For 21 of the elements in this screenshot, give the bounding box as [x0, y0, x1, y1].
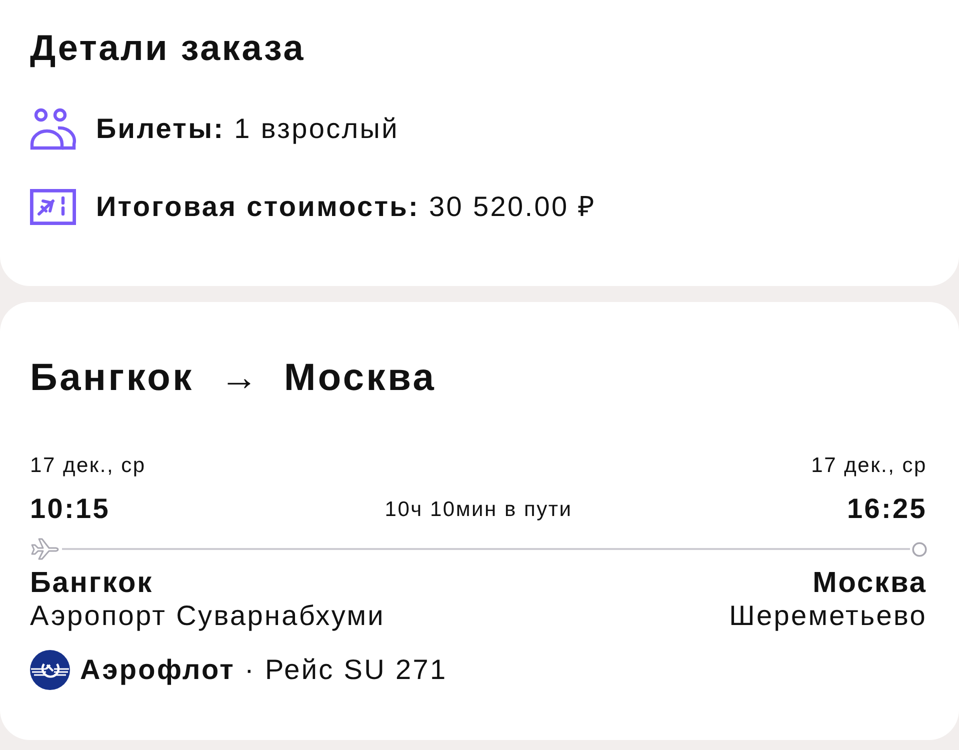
detail-text: Билеты: 1 взрослый [96, 112, 399, 146]
route-destination: Москва [284, 356, 436, 401]
people-icon [30, 108, 76, 150]
flight-duration: 10ч 10мин в пути [384, 496, 572, 522]
airline-logo-icon [30, 650, 70, 690]
detail-text: Итоговая стоимость: 30 520.00 ₽ [96, 190, 596, 224]
route-arrow: → [220, 356, 258, 401]
departure-time: 10:15 [30, 493, 110, 525]
airplane-icon [30, 537, 60, 561]
arrival-time: 16:25 [846, 493, 927, 525]
flight-info: Аэрофлот · Рейс SU 271 [80, 653, 448, 687]
ticket-icon [30, 189, 76, 225]
departure-city: Бангкок [30, 567, 154, 599]
card-title: Детали заказа [30, 27, 306, 69]
arrival-city: Москва [812, 567, 927, 599]
arrival-airport: Шереметьево [729, 600, 927, 632]
route-origin: Бангкок [30, 356, 194, 401]
arrival-date: 17 дек., ср [811, 453, 927, 478]
departure-airport: Аэропорт Суварнабхуми [30, 600, 385, 632]
departure-date: 17 дек., ср [30, 453, 146, 478]
destination-circle-icon [912, 542, 927, 556]
